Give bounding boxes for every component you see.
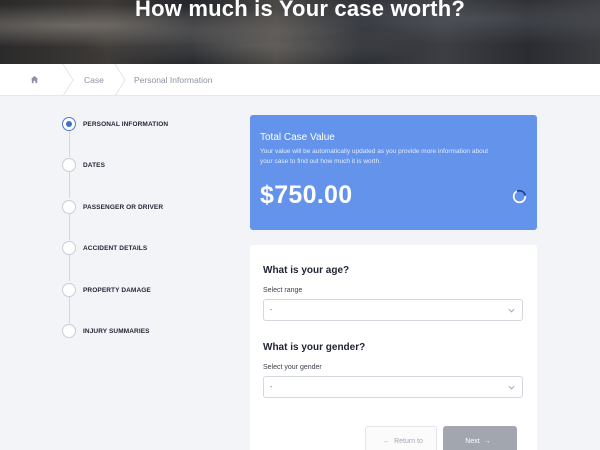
age-select[interactable]: - <box>263 299 523 321</box>
arrow-right-icon: → <box>483 437 491 445</box>
step-connector <box>69 253 70 281</box>
home-icon <box>30 75 38 84</box>
page-title: How much is Your case worth? <box>135 0 465 21</box>
breadcrumb-item-case[interactable]: Case <box>68 63 126 96</box>
loading-spinner-icon <box>512 189 527 204</box>
breadcrumb-home[interactable] <box>0 63 74 96</box>
gender-select[interactable]: - <box>263 376 523 398</box>
step-indicator <box>62 158 76 172</box>
gender-question: What is your gender? <box>263 342 366 353</box>
total-case-value-card: Total Case Value Your value will be auto… <box>250 115 537 230</box>
step-connector <box>69 170 70 198</box>
step-indicator <box>62 324 76 338</box>
return-button-label: Return to <box>394 437 423 445</box>
step-indicator <box>62 241 76 255</box>
questions-form: What is your age? Select range - What is… <box>250 245 537 450</box>
breadcrumb-item-personal-information[interactable]: Personal Information <box>120 64 212 96</box>
breadcrumb: Case Personal Information <box>0 63 600 96</box>
chevron-down-icon <box>508 308 515 312</box>
next-button-label: Next <box>465 437 480 445</box>
step-connector <box>69 129 70 157</box>
gender-field-label: Select your gender <box>263 364 322 371</box>
gender-select-value: - <box>270 383 273 391</box>
step-property-damage[interactable]: PROPERTY DAMAGE <box>62 283 151 297</box>
value-card-title: Total Case Value <box>260 132 335 143</box>
case-value-amount: $750.00 <box>260 181 353 209</box>
step-injury-summaries[interactable]: INJURY SUMMARIES <box>62 324 150 338</box>
return-button[interactable]: ← Return to <box>365 426 437 450</box>
arrow-left-icon: ← <box>383 437 391 445</box>
age-question: What is your age? <box>263 265 350 276</box>
chevron-down-icon <box>508 385 515 389</box>
step-indicator-active <box>62 117 76 131</box>
step-passenger-or-driver[interactable]: PASSENGER OR DRIVER <box>62 200 163 214</box>
value-card-description: Your value will be automatically updated… <box>260 148 489 165</box>
step-indicator <box>62 200 76 214</box>
step-connector <box>69 212 70 240</box>
step-personal-information[interactable]: PERSONAL INFORMATION <box>62 117 168 131</box>
hero-banner: How much is Your case worth? <box>0 0 600 64</box>
age-select-value: - <box>270 306 273 314</box>
step-accident-details[interactable]: ACCIDENT DETAILS <box>62 241 147 255</box>
step-indicator <box>62 283 76 297</box>
step-dates[interactable]: DATES <box>62 158 105 172</box>
age-field-label: Select range <box>263 287 303 294</box>
next-button[interactable]: Next → <box>443 426 517 450</box>
step-connector <box>69 295 70 323</box>
